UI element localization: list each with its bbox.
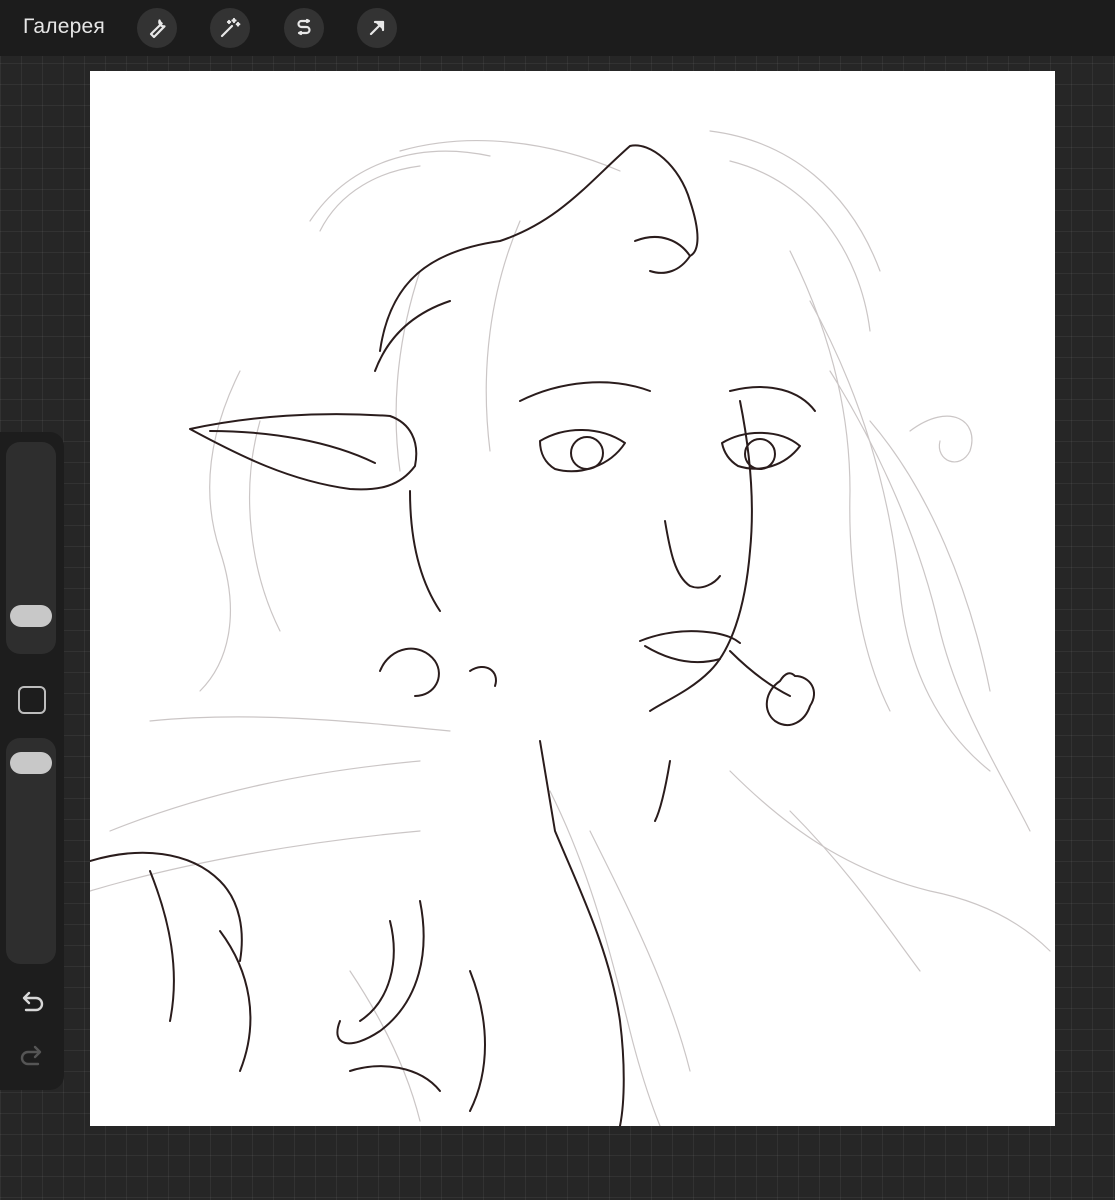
selection-button[interactable] bbox=[284, 8, 324, 48]
adjustments-button[interactable] bbox=[210, 8, 250, 48]
line-art bbox=[90, 130, 1051, 1126]
top-toolbar: Галерея bbox=[0, 0, 1115, 56]
actions-button[interactable] bbox=[137, 8, 177, 48]
wrench-icon bbox=[149, 19, 166, 39]
opacity-slider[interactable] bbox=[6, 738, 56, 964]
brush-size-thumb[interactable] bbox=[10, 605, 52, 627]
selection-icon bbox=[297, 18, 311, 36]
redo-icon[interactable] bbox=[17, 1042, 47, 1072]
opacity-thumb[interactable] bbox=[10, 752, 52, 774]
left-sidebar bbox=[0, 432, 64, 1090]
magic-wand-icon bbox=[220, 17, 241, 38]
modify-button[interactable] bbox=[18, 686, 46, 714]
transform-arrow-icon bbox=[369, 20, 385, 36]
drawing-canvas[interactable] bbox=[90, 71, 1055, 1126]
brush-size-slider[interactable] bbox=[6, 442, 56, 654]
undo-icon[interactable] bbox=[17, 988, 47, 1018]
gallery-button[interactable]: Галерея bbox=[23, 15, 105, 39]
transform-button[interactable] bbox=[357, 8, 397, 48]
